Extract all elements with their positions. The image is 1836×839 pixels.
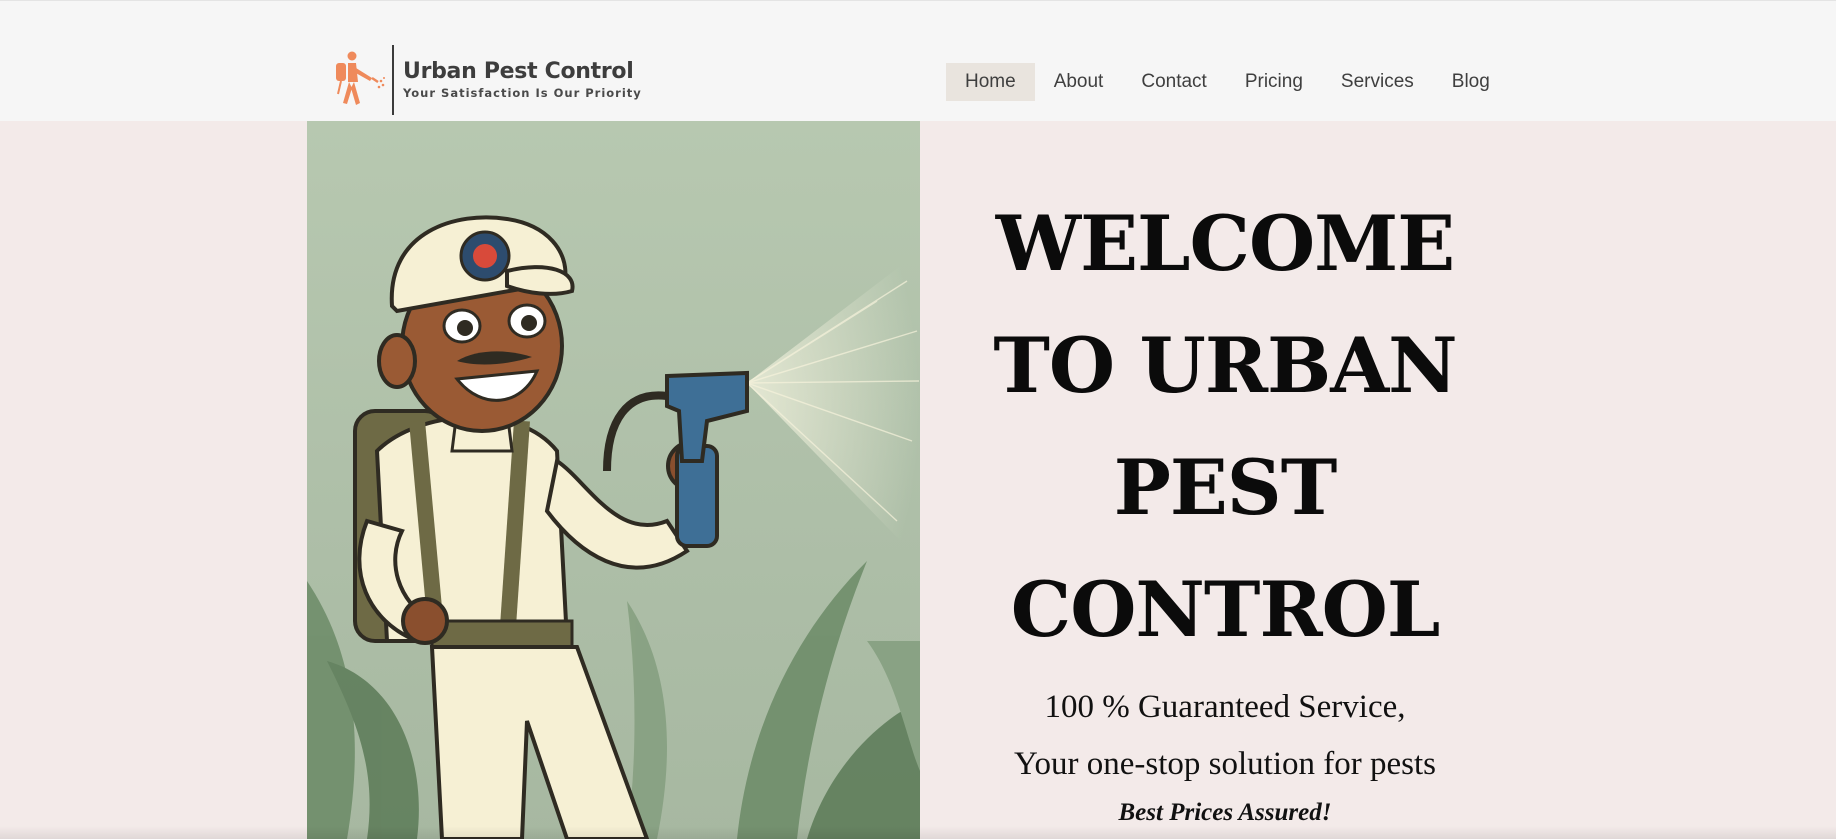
brand-tagline: Your Satisfaction Is Our Priority bbox=[403, 86, 642, 100]
logo-divider bbox=[392, 45, 394, 115]
hero-title-line: WELCOME bbox=[995, 199, 1455, 288]
pest-sprayer-figure-icon bbox=[336, 51, 385, 105]
nav-contact[interactable]: Contact bbox=[1122, 63, 1225, 101]
hero-content: WELCOME TO URBAN PEST CONTROL 100 % Guar… bbox=[920, 121, 1530, 839]
brand-logo[interactable]: Urban Pest Control Your Satisfaction Is … bbox=[330, 45, 642, 115]
hero-subtitle-line-1: 100 % Guaranteed Service, bbox=[1044, 689, 1406, 725]
nav-about[interactable]: About bbox=[1035, 63, 1123, 101]
hero-subtitle: 100 % Guaranteed Service, Your one-stop … bbox=[920, 679, 1530, 793]
nav-home[interactable]: Home bbox=[946, 63, 1035, 101]
hero-illustration bbox=[307, 121, 920, 839]
hero-title-line: PEST bbox=[1113, 443, 1338, 532]
hero-title-line: TO URBAN bbox=[993, 321, 1457, 410]
hero-subtitle-line-2: Your one-stop solution for pests bbox=[1014, 746, 1436, 782]
logo-text: Urban Pest Control Your Satisfaction Is … bbox=[403, 59, 642, 101]
hero-title-line: CONTROL bbox=[1010, 565, 1441, 654]
nav-pricing[interactable]: Pricing bbox=[1226, 63, 1322, 101]
pest-technician-illustration bbox=[307, 215, 920, 839]
bottom-edge-shadow bbox=[0, 826, 1836, 839]
nav-services[interactable]: Services bbox=[1322, 63, 1433, 101]
main-nav: Home About Contact Pricing Services Blog bbox=[946, 63, 1509, 101]
brand-name: Urban Pest Control bbox=[403, 59, 634, 84]
site-header: Urban Pest Control Your Satisfaction Is … bbox=[0, 0, 1836, 121]
nav-blog[interactable]: Blog bbox=[1433, 63, 1509, 101]
hero-title: WELCOME TO URBAN PEST CONTROL bbox=[920, 183, 1530, 671]
